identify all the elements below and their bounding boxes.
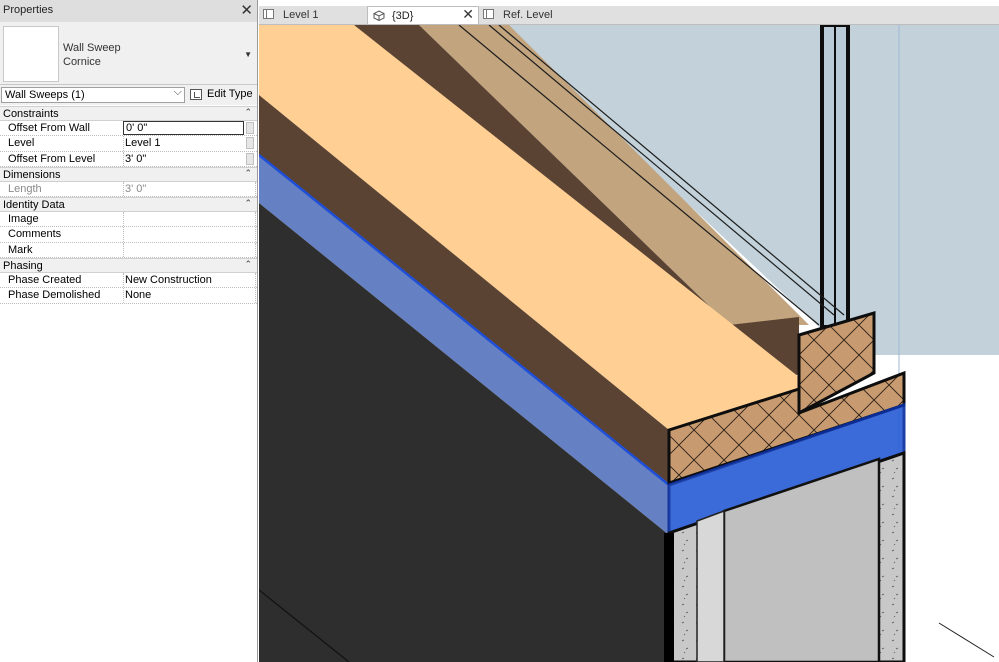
property-row-level[interactable]: Level Level 1 — [0, 136, 257, 152]
property-value[interactable]: New Construction — [125, 274, 212, 286]
floor-plan-icon — [263, 9, 274, 19]
column-divider — [255, 242, 257, 258]
column-divider — [255, 288, 257, 303]
type-selector[interactable]: Wall Sweep Cornice ▼ — [0, 22, 257, 85]
group-phasing[interactable]: Phasing ⌃ — [0, 258, 257, 274]
property-row-mark[interactable]: Mark — [0, 242, 257, 259]
property-name: Level — [8, 137, 35, 150]
tab-label: Level 1 — [283, 9, 319, 21]
close-tab-icon[interactable]: ✕ — [462, 6, 474, 23]
instance-filter-dropdown[interactable]: Wall Sweeps (1) ⌵ — [1, 86, 185, 103]
offset-from-wall-input[interactable]: 0' 0" — [123, 121, 244, 135]
associate-parameter-button[interactable] — [246, 137, 254, 150]
group-label: Constraints — [3, 108, 59, 120]
property-row-phase-demolished[interactable]: Phase Demolished None — [0, 288, 257, 304]
associate-parameter-button[interactable] — [246, 122, 254, 134]
property-name: Comments — [8, 228, 62, 241]
property-value: 3' 0" — [125, 182, 147, 195]
property-row-length: Length 3' 0" — [0, 181, 257, 198]
view-tab-bar: Level 1 {3D} ✕ Ref. Level — [259, 6, 999, 25]
instance-filter-row: Wall Sweeps (1) ⌵ Edit Type — [0, 85, 257, 105]
group-constraints[interactable]: Constraints ⌃ — [0, 106, 257, 121]
chevron-down-icon[interactable]: ⌵ — [174, 86, 182, 99]
3d-viewport[interactable] — [259, 25, 999, 662]
column-divider — [255, 273, 257, 288]
floor-plan-icon — [483, 9, 494, 19]
column-divider — [255, 212, 257, 227]
property-name: Offset From Wall — [8, 122, 90, 134]
property-value[interactable]: Level 1 — [125, 137, 160, 149]
group-identity-data[interactable]: Identity Data ⌃ — [0, 197, 257, 213]
wall-sweep-3d-model[interactable] — [259, 25, 999, 662]
tab-label: {3D} — [392, 10, 414, 22]
property-name: Length — [8, 182, 42, 195]
column-divider — [255, 227, 257, 242]
property-name: Phase Created — [8, 274, 82, 287]
property-row-offset-from-wall[interactable]: Offset From Wall 0' 0" — [0, 121, 257, 137]
tab-3d[interactable]: {3D} ✕ — [367, 6, 479, 24]
associate-parameter-button[interactable] — [246, 152, 254, 165]
property-name: Phase Demolished — [8, 289, 101, 302]
tab-level-1[interactable]: Level 1 — [259, 6, 367, 24]
type-name: Cornice — [63, 56, 101, 68]
edit-type-icon — [190, 89, 202, 100]
wall-face-edge — [664, 533, 674, 662]
property-value[interactable]: 3' 0" — [125, 153, 146, 165]
property-row-offset-from-level[interactable]: Offset From Level 3' 0" — [0, 151, 257, 167]
collapse-icon[interactable]: ⌃ — [244, 168, 252, 179]
wall-finish-layer — [696, 509, 725, 662]
properties-palette: Properties ✕ Wall Sweep Cornice ▼ Wall S… — [0, 0, 258, 662]
edit-type-label: Edit Type — [207, 88, 253, 100]
column-divider — [123, 242, 125, 258]
property-row-phase-created[interactable]: Phase Created New Construction — [0, 273, 257, 289]
property-row-image[interactable]: Image — [0, 212, 257, 228]
instance-filter-label: Wall Sweeps (1) — [5, 89, 85, 101]
collapse-icon[interactable]: ⌃ — [244, 107, 252, 118]
property-name: Image — [8, 213, 39, 226]
group-label: Dimensions — [3, 168, 61, 181]
tab-label: Ref. Level — [503, 9, 553, 21]
collapse-icon[interactable]: ⌃ — [244, 198, 252, 209]
properties-grid: Constraints ⌃ Offset From Wall 0' 0" Lev… — [0, 106, 257, 304]
property-name: Mark — [8, 243, 33, 256]
group-dimensions[interactable]: Dimensions ⌃ — [0, 166, 257, 182]
group-label: Phasing — [3, 260, 43, 273]
type-preview-thumbnail — [3, 26, 59, 82]
properties-title: Properties — [3, 4, 54, 16]
3d-cube-icon — [373, 10, 385, 21]
column-divider — [123, 227, 125, 242]
column-divider — [123, 212, 125, 227]
property-name: Offset From Level — [8, 152, 96, 165]
group-label: Identity Data — [3, 199, 65, 212]
tab-ref-level[interactable]: Ref. Level — [479, 6, 599, 24]
column-divider — [255, 181, 257, 197]
dropdown-arrow-icon[interactable]: ▼ — [244, 50, 252, 59]
property-value[interactable]: None — [125, 289, 151, 301]
type-family-name: Wall Sweep — [63, 42, 121, 54]
properties-titlebar: Properties ✕ — [0, 0, 257, 23]
ground-line — [938, 622, 995, 658]
collapse-icon[interactable]: ⌃ — [244, 259, 252, 270]
property-row-comments[interactable]: Comments — [0, 227, 257, 243]
close-icon[interactable]: ✕ — [240, 1, 253, 19]
